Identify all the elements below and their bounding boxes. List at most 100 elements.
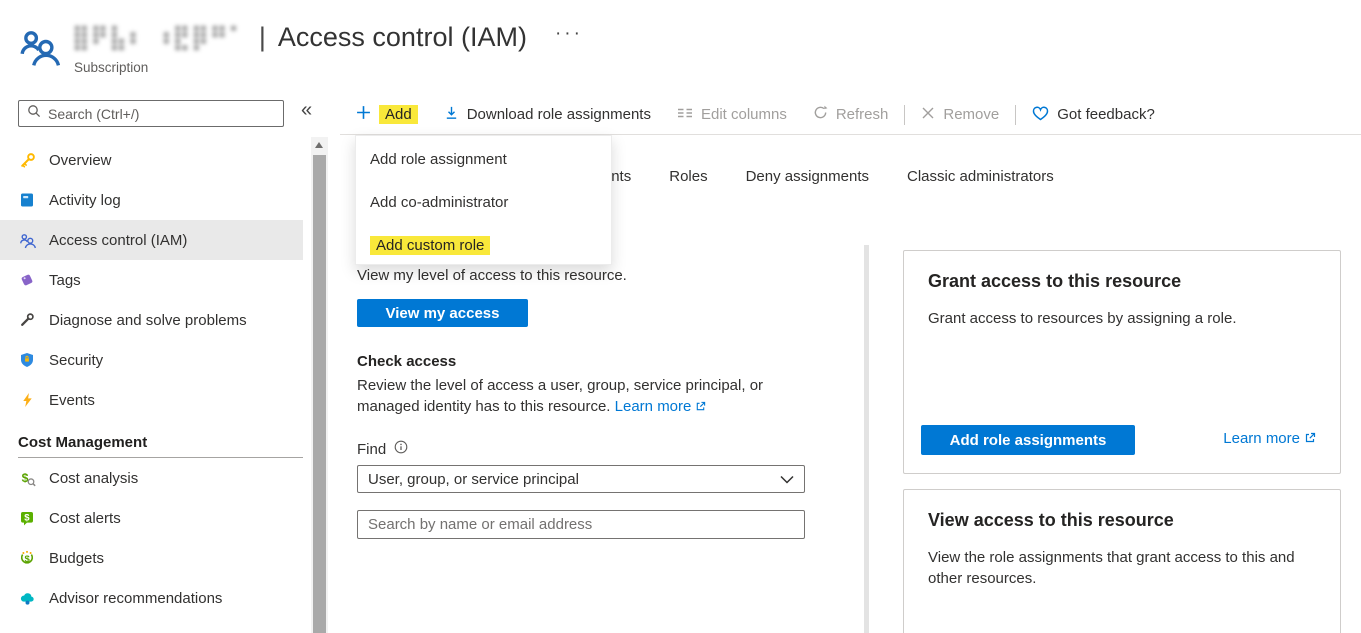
sidebar-item-label: Overview [49,152,112,169]
external-link-icon [1304,431,1316,448]
refresh-icon [813,105,828,124]
edit-columns-button[interactable]: Edit columns [677,106,787,124]
find-label: Find [357,441,386,458]
command-bar: Add Download role assignments Edit colum… [340,95,1361,134]
download-role-assignments-button[interactable]: Download role assignments [444,105,651,125]
svg-text:$: $ [24,513,30,524]
sidebar-item-label: Security [49,352,103,369]
sidebar-item-label: Cost analysis [49,470,138,487]
check-access-heading: Check access [357,353,456,370]
edit-columns-icon [677,106,693,124]
sidebar-item-label: Events [49,392,95,409]
tab-deny-assignments[interactable]: Deny assignments [746,168,869,185]
sidebar-item-advisor-recommendations[interactable]: Advisor recommendations [0,578,303,618]
grant-learn-more-link[interactable]: Learn more [1223,430,1316,448]
refresh-label: Refresh [836,106,889,123]
add-role-assignments-button[interactable]: Add role assignments [921,425,1135,455]
more-menu-icon[interactable]: ··· [555,23,583,45]
refresh-button[interactable]: Refresh [813,105,889,124]
edit-columns-label: Edit columns [701,106,787,123]
lightning-icon [18,392,36,409]
svg-text:$: $ [25,554,31,565]
sidebar-item-security[interactable]: Security [0,340,303,380]
sidebar-item-label: Cost alerts [49,510,121,527]
remove-label: Remove [943,106,999,123]
collapse-sidebar-icon[interactable]: « [301,99,312,122]
scroll-up-icon[interactable] [315,142,323,148]
sidebar-item-events[interactable]: Events [0,380,303,420]
plus-icon [356,105,371,124]
title-separator: | [259,22,266,53]
got-feedback-label: Got feedback? [1057,106,1155,123]
download-icon [444,105,459,125]
add-button[interactable]: Add [356,105,418,124]
learn-more-link[interactable]: Learn more [615,398,707,415]
sidebar-scrollbar[interactable] [311,137,328,633]
toolbar-divider [904,105,905,125]
shield-icon [18,352,36,369]
key-icon [18,152,36,169]
info-icon[interactable] [394,440,408,458]
add-button-label: Add [379,105,418,124]
sidebar-item-label: Budgets [49,550,104,567]
sidebar-item-overview[interactable]: Overview [0,140,303,180]
sidebar-item-budgets[interactable]: $ Budgets [0,538,303,578]
view-my-access-button[interactable]: View my access [357,299,528,327]
subscription-name-redacted: ⣿⠟⣧⠆ ⠰⣟⡿⠛⠁ [72,23,247,52]
find-type-value: User, group, or service principal [368,471,579,488]
sidebar-item-cost-analysis[interactable]: $ Cost analysis [0,458,303,498]
iam-people-icon [18,232,36,249]
resource-type-label: Subscription [74,60,148,75]
sidebar: « Overview [0,95,332,633]
sidebar-item-access-control-iam[interactable]: Access control (IAM) [0,220,303,260]
heart-icon [1032,105,1049,125]
svg-text:$: $ [21,471,28,485]
find-row: Find [357,440,408,458]
search-icon [27,104,41,123]
sidebar-item-label: Activity log [49,192,121,209]
sidebar-item-label: Diagnose and solve problems [49,312,247,329]
search-input[interactable] [48,106,275,122]
menu-item-add-role-assignment[interactable]: Add role assignment [356,138,611,181]
budgets-icon: $ [18,550,36,567]
view-access-title: View access to this resource [928,510,1316,531]
menu-item-add-custom-role[interactable]: Add custom role [356,224,611,267]
sidebar-item-label: Tags [49,272,81,289]
close-icon [921,106,935,124]
find-type-select[interactable]: User, group, or service principal [357,465,805,493]
sidebar-section-cost-management: Cost Management [0,420,303,457]
iam-people-icon [18,26,60,73]
tag-icon [18,272,36,289]
view-access-card: View access to this resource View the ro… [903,489,1341,633]
cost-analysis-icon: $ [18,470,36,487]
toolbar-divider [1015,105,1016,125]
my-access-description: View my level of access to this resource… [357,267,627,284]
activity-log-icon [18,192,36,209]
check-access-description: Review the level of access a user, group… [357,375,827,418]
menu-item-add-co-administrator[interactable]: Add co-administrator [356,181,611,224]
sidebar-search[interactable] [18,100,284,127]
view-access-description: View the role assignments that grant acc… [928,547,1328,589]
tab-roles[interactable]: Roles [669,168,707,185]
page-title: Access control (IAM) [278,22,527,53]
remove-button[interactable]: Remove [921,106,999,124]
check-access-search-input[interactable] [357,510,805,539]
tab-classic-administrators[interactable]: Classic administrators [907,168,1054,185]
wrench-icon [18,312,36,329]
main-scrollbar[interactable] [864,245,869,633]
add-dropdown-menu: Add role assignment Add co-administrator… [355,135,612,265]
grant-access-description: Grant access to resources by assigning a… [928,308,1316,329]
got-feedback-button[interactable]: Got feedback? [1032,105,1155,125]
scrollbar-thumb[interactable] [313,155,326,633]
grant-access-card: Grant access to this resource Grant acce… [903,250,1341,474]
advisor-icon [18,590,36,607]
sidebar-item-diagnose[interactable]: Diagnose and solve problems [0,300,303,340]
external-link-icon [695,397,706,418]
sidebar-item-activity-log[interactable]: Activity log [0,180,303,220]
sidebar-item-cost-alerts[interactable]: $ Cost alerts [0,498,303,538]
grant-access-title: Grant access to this resource [928,271,1316,292]
azure-iam-page: ⣿⠟⣧⠆ ⠰⣟⡿⠛⠁ | Access control (IAM) ··· Su… [0,0,1361,633]
chevron-down-icon [780,471,794,488]
sidebar-item-tags[interactable]: Tags [0,260,303,300]
cost-alerts-icon: $ [18,510,36,527]
